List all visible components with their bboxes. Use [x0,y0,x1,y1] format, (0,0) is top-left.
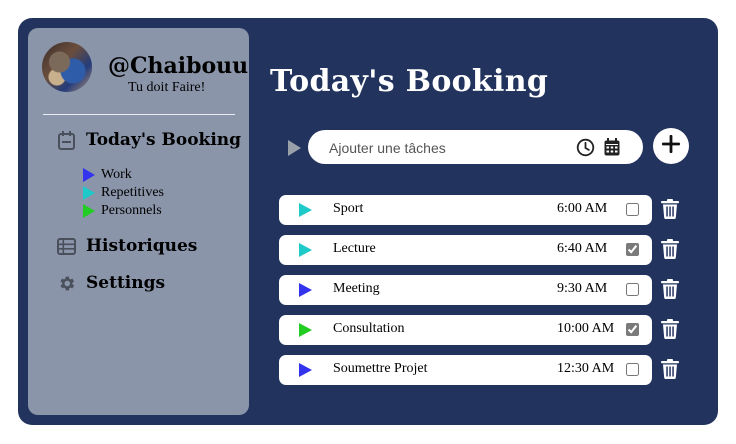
nav-item-historiques[interactable]: Historiques [56,236,197,256]
app-window: @Chaibouu Tu doit Faire! Today's Booking… [18,18,718,425]
task-name: Consultation [333,321,405,336]
task-time: 10:00 AM [557,321,615,336]
task-checkbox[interactable] [626,203,639,216]
category-label: Personnels [101,203,162,218]
tagline: Tu doit Faire! [128,80,206,95]
nav-item-todays-booking[interactable]: Today's Booking [56,130,241,150]
task-checkbox[interactable] [626,363,639,376]
task-time: 9:30 AM [557,281,608,296]
play-icon[interactable] [288,140,301,156]
nav-item-label: Historiques [86,236,198,256]
category-label: Repetitives [101,185,164,200]
add-task-field [308,130,643,164]
nav-item-label: Today's Booking [86,130,242,150]
task-checkbox[interactable] [626,243,639,256]
task-row[interactable]: Sport 6:00 AM [279,195,652,225]
username: @Chaibouu [108,53,249,79]
clock-icon[interactable] [576,138,595,161]
trash-icon[interactable] [661,199,679,219]
category-label: Work [101,167,132,182]
calendar-icon[interactable] [604,138,620,160]
task-row[interactable]: Meeting 9:30 AM [279,275,652,305]
gear-icon [56,273,76,293]
page-title: Today's Booking [270,64,549,99]
task-name: Sport [333,201,364,216]
trash-icon[interactable] [661,239,679,259]
task-time: 12:30 AM [557,361,615,376]
play-icon [83,168,95,182]
play-icon [299,363,312,377]
nav-item-label: Settings [86,273,166,293]
add-task-input[interactable] [327,136,561,160]
task-time: 6:40 AM [557,241,608,256]
task-row[interactable]: Lecture 6:40 AM [279,235,652,265]
play-icon [299,243,312,257]
trash-icon[interactable] [661,359,679,379]
divider [43,114,235,115]
trash-icon[interactable] [661,279,679,299]
play-icon [83,204,95,218]
category-personnels[interactable]: Personnels [83,203,162,219]
trash-icon[interactable] [661,319,679,339]
category-work[interactable]: Work [83,167,132,183]
task-row[interactable]: Consultation 10:00 AM [279,315,652,345]
play-icon [299,323,312,337]
task-row[interactable]: Soumettre Projet 12:30 AM [279,355,652,385]
avatar[interactable] [42,42,92,92]
table-list-icon [56,236,76,256]
calendar-icon [56,130,76,150]
play-icon [299,203,312,217]
task-checkbox[interactable] [626,283,639,296]
task-name: Lecture [333,241,376,256]
add-task-button[interactable] [653,128,689,164]
plus-icon [661,134,681,158]
task-checkbox[interactable] [626,323,639,336]
category-repetitives[interactable]: Repetitives [83,185,164,201]
sidebar: @Chaibouu Tu doit Faire! Today's Booking… [28,28,249,415]
nav-item-settings[interactable]: Settings [56,273,165,293]
task-time: 6:00 AM [557,201,608,216]
task-name: Meeting [333,281,380,296]
play-icon [299,283,312,297]
play-icon [83,186,95,200]
task-name: Soumettre Projet [333,361,428,376]
